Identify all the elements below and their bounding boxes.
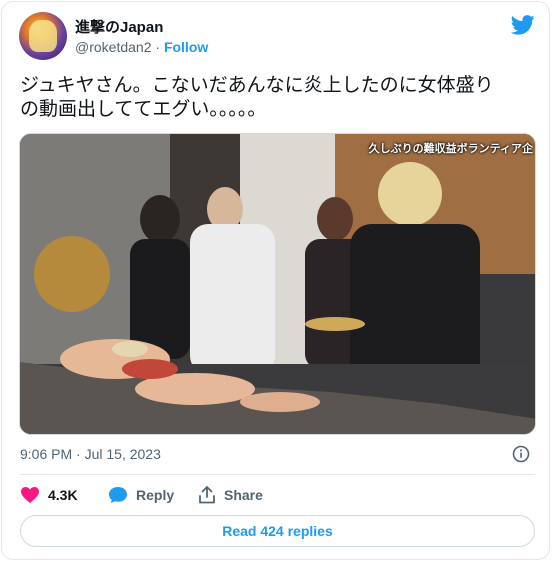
reply-label: Reply (136, 487, 175, 503)
twitter-bird-icon[interactable] (511, 15, 535, 35)
avatar[interactable] (19, 12, 67, 60)
display-name[interactable]: 進撃のJapan (75, 16, 163, 37)
divider (20, 474, 535, 475)
tweet-card: 進撃のJapan @roketdan2 · Follow ジュキヤさん。こないだ… (1, 1, 550, 560)
tweet-text: ジュキヤさん。こないだあんなに炎上したのに女体盛り の動画出しててエグい。。。。… (20, 74, 535, 122)
share-icon (199, 486, 215, 504)
media-image (20, 134, 535, 434)
reply-button[interactable]: Reply (108, 486, 174, 504)
share-label: Share (224, 487, 263, 503)
timestamp[interactable]: 9:06 PM · Jul 15, 2023 (20, 446, 161, 462)
share-button[interactable]: Share (198, 486, 263, 504)
like-button[interactable]: 4.3K (20, 486, 78, 504)
handle[interactable]: @roketdan2 (75, 39, 151, 55)
handle-separator: · (155, 39, 161, 55)
avatar-image (29, 20, 57, 52)
read-replies-button[interactable]: Read 424 replies (20, 515, 535, 547)
reply-bubble-icon (109, 487, 127, 503)
tweet-text-line-2: の動画出しててエグい。。。。。 (20, 99, 267, 120)
tweet-text-line-1: ジュキヤさん。こないだあんなに炎上したのに女体盛り (20, 75, 494, 96)
heart-icon (21, 487, 39, 503)
tweet-media[interactable]: 久しぶりの難収益ボランティア企 (19, 133, 536, 435)
handle-row: @roketdan2 · Follow (75, 39, 208, 55)
info-icon[interactable] (512, 445, 530, 463)
like-count: 4.3K (48, 487, 78, 503)
follow-button[interactable]: Follow (164, 39, 208, 55)
media-overlay-text: 久しぶりの難収益ボランティア企 (368, 143, 533, 155)
